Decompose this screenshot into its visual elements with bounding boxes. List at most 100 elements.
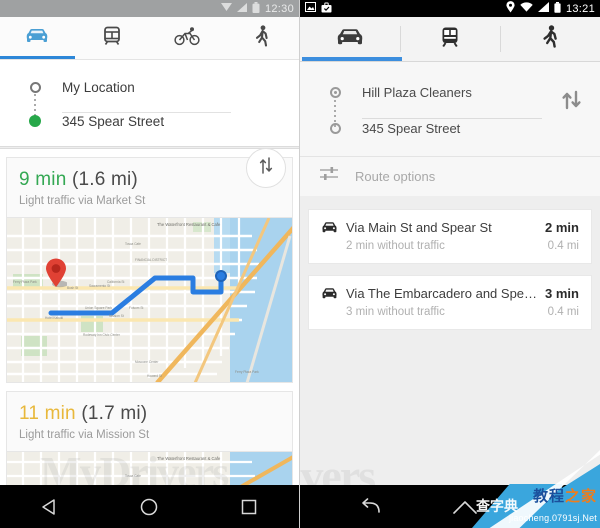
map-label: Mission St — [109, 314, 124, 318]
destination-text: 345 Spear Street — [62, 113, 165, 129]
route-duration: 3 min — [545, 286, 579, 301]
map-label: Tosca Cafe — [125, 474, 141, 478]
home-icon[interactable] — [138, 496, 160, 518]
map-label: Rodeway Inn Civic Center — [83, 333, 120, 337]
route-via-label: Via Main St and Spear St — [346, 220, 492, 235]
mode-tab-bar — [0, 17, 299, 60]
swap-button[interactable] — [558, 90, 586, 114]
dropdown-icon — [220, 3, 232, 14]
route-result-card[interactable]: Via Main St and Spear St 2 min 2 min wit… — [308, 209, 592, 264]
watermark-char-1: 教 — [532, 488, 549, 505]
location-icon — [506, 1, 515, 16]
route-detail-row: 2 min without traffic 0.4 mi — [321, 240, 579, 252]
status-clock: 12:30 — [264, 2, 294, 15]
back-icon[interactable] — [358, 496, 380, 518]
watermark-url: jiaocheng.0791sj.Net — [508, 513, 597, 523]
map-label: Hotel Kabuki — [45, 316, 64, 320]
back-icon[interactable] — [39, 496, 61, 518]
origin-row[interactable]: Hill Plaza Cleaners — [300, 74, 600, 110]
map-label: Ferry Plaza Park — [235, 370, 259, 374]
route-distance: 0.4 mi — [547, 240, 579, 252]
map-label: Sacramento St — [89, 284, 111, 288]
origin-row[interactable]: My Location — [0, 70, 299, 104]
origin-marker — [22, 81, 48, 93]
right-phone-screen: 13:21 Hill Plaza Cleaners 345 Spear Stre… — [300, 0, 600, 528]
image-icon — [305, 2, 316, 15]
route-duration: 9 min — [19, 169, 67, 190]
destination-map-dot — [215, 270, 227, 282]
route-distance: (1.6 mi) — [71, 169, 138, 190]
car-icon — [24, 28, 50, 49]
tab-indicator — [302, 57, 402, 61]
route-options-row[interactable]: Route options — [300, 156, 600, 196]
destination-marker — [22, 115, 48, 127]
route-duration: 2 min — [545, 220, 579, 235]
status-bar: 12:30 — [0, 0, 299, 17]
tab-walking[interactable] — [500, 17, 600, 61]
signal-icon — [236, 2, 247, 15]
bicycle-icon — [174, 26, 200, 51]
map-label: FINANCIAL DISTRICT — [135, 258, 168, 262]
route-distance: 0.4 mi — [547, 306, 579, 318]
recents-icon[interactable] — [238, 496, 260, 518]
briefcase-icon — [321, 2, 332, 16]
swap-arrows-icon — [258, 157, 274, 179]
origin-text: Hill Plaza Cleaners — [362, 84, 472, 100]
route-title-row: Via The Embarcadero and Spe… 3 min — [321, 286, 579, 301]
dual-screenshot: 12:30 My Location 345 Spear Street 9 min… — [0, 0, 600, 528]
destination-marker — [322, 122, 348, 134]
battery-icon — [554, 1, 561, 16]
map-label: Folsom St — [129, 306, 144, 310]
signal-icon — [537, 2, 549, 15]
map-label: Union Square Park — [85, 306, 112, 310]
android-navigation-bar — [0, 485, 299, 528]
destination-text: 345 Spear Street — [362, 120, 461, 136]
walk-icon — [542, 25, 559, 53]
route-without-traffic: 3 min without traffic — [346, 306, 445, 318]
map-label: The Waterfront Restaurant & Cafe — [157, 222, 221, 227]
route-detail-row: 3 min without traffic 0.4 mi — [321, 306, 579, 318]
route-map-preview[interactable]: The Waterfront Restaurant & Cafe Tosca C… — [7, 217, 292, 382]
battery-icon — [252, 1, 260, 16]
tab-transit[interactable] — [400, 17, 500, 61]
route-card[interactable]: 9 min (1.6 mi) Light traffic via Market … — [6, 157, 293, 383]
tab-walking[interactable] — [224, 17, 299, 59]
map-label: Ferry Plaza Park — [13, 280, 37, 284]
destination-row[interactable]: 345 Spear Street — [0, 104, 299, 138]
tab-indicator — [0, 56, 75, 59]
route-options-label: Route options — [355, 169, 436, 184]
tab-cycling[interactable] — [150, 17, 225, 59]
map-label: Bush St — [67, 286, 79, 290]
home-icon[interactable] — [452, 496, 477, 518]
status-bar: 13:21 — [300, 0, 600, 17]
route-polyline — [48, 273, 224, 316]
route-without-traffic: 2 min without traffic — [346, 240, 445, 252]
origin-text: My Location — [62, 79, 135, 95]
mode-tab-bar — [300, 17, 600, 62]
map-label: Tosca Cafe — [125, 242, 141, 246]
tab-driving[interactable] — [300, 17, 400, 61]
origin-map-pin — [45, 258, 68, 288]
map-label: The Waterfront Restaurant & Cafe — [157, 456, 221, 461]
swap-arrows-icon — [560, 90, 584, 115]
route-summary: 11 min (1.7 mi) Light traffic via Missio… — [7, 392, 292, 451]
watermark-char-3: 之 — [564, 488, 581, 505]
car-icon — [335, 28, 365, 51]
transit-icon — [439, 26, 461, 53]
car-icon — [321, 287, 338, 300]
route-via-label: Via The Embarcadero and Spe… — [346, 286, 538, 301]
route-card[interactable]: 11 min (1.7 mi) Light traffic via Missio… — [6, 391, 293, 492]
tab-driving[interactable] — [0, 17, 75, 59]
transit-icon — [102, 26, 122, 51]
left-phone-screen: 12:30 My Location 345 Spear Street 9 min… — [0, 0, 300, 528]
endpoints-panel: My Location 345 Spear Street — [0, 60, 299, 188]
tab-transit[interactable] — [75, 17, 150, 59]
route-title-row: Via Main St and Spear St 2 min — [321, 220, 579, 235]
map-label: Moscone Center — [135, 360, 159, 364]
route-result-card[interactable]: Via The Embarcadero and Spe… 3 min 3 min… — [308, 275, 592, 330]
swap-button[interactable] — [246, 148, 286, 188]
status-clock: 13:21 — [565, 2, 595, 15]
route-subtitle: Light traffic via Market St — [19, 195, 146, 207]
endpoints-panel: Hill Plaza Cleaners 345 Spear Street — [300, 62, 600, 156]
destination-row[interactable]: 345 Spear Street — [300, 110, 600, 146]
